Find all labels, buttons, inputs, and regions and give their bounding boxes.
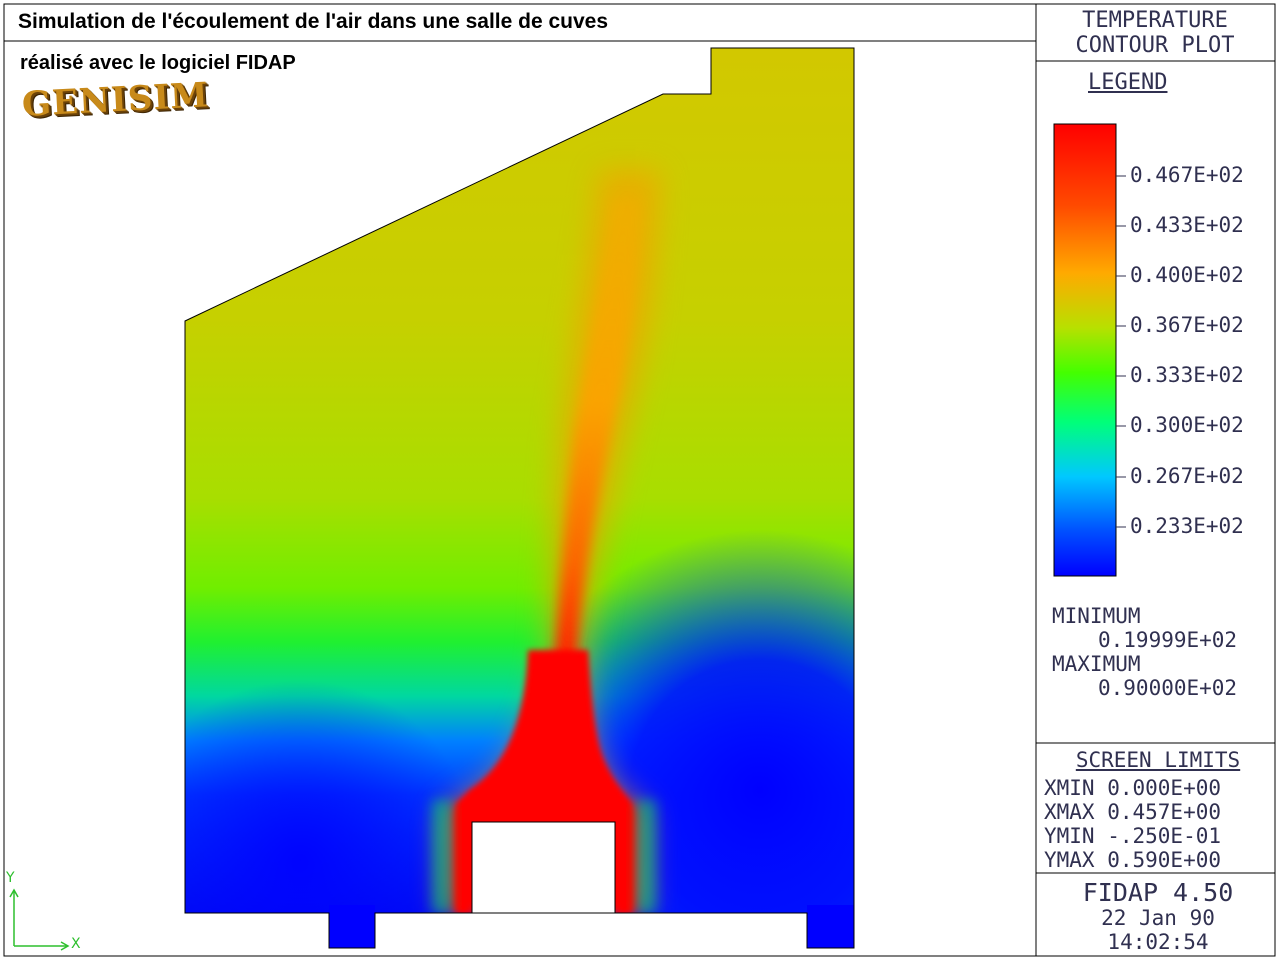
legend-tick-label: 0.233E+02 <box>1130 514 1244 538</box>
legend-tick-label: 0.400E+02 <box>1130 263 1244 287</box>
legend-tick-label: 0.300E+02 <box>1130 413 1244 437</box>
page-subtitle: réalisé avec le logiciel FIDAP <box>20 52 296 74</box>
legend-tick-label: 0.433E+02 <box>1130 213 1244 237</box>
legend-colorbar <box>1053 123 1117 577</box>
software-version: FIDAP 4.50 <box>1082 878 1234 907</box>
axis-x-label: X <box>71 936 81 952</box>
legend-tick-label: 0.267E+02 <box>1130 464 1244 488</box>
screen-limit-row: YMAX 0.590E+00 <box>1044 848 1222 872</box>
axis-triad <box>9 888 70 951</box>
page-title: Simulation de l'écoulement de l'air dans… <box>18 10 609 33</box>
screen-limit-row: YMIN -.250E-01 <box>1044 824 1222 848</box>
axis-y-label: Y <box>6 870 15 886</box>
minimum-label: MINIMUM <box>1052 604 1141 628</box>
legend-tick-label: 0.333E+02 <box>1130 363 1244 387</box>
legend-tick-marks <box>1116 175 1126 528</box>
maximum-label: MAXIMUM <box>1052 652 1141 676</box>
temperature-field <box>185 48 854 948</box>
screen-limits-title: SCREEN LIMITS <box>1075 748 1241 772</box>
legend-tick-label: 0.467E+02 <box>1130 163 1244 187</box>
legend-title: LEGEND <box>1088 70 1168 95</box>
plot-title-line1: TEMPERATURE <box>1082 8 1228 33</box>
maximum-value: 0.90000E+02 <box>1098 676 1238 700</box>
minimum-value: 0.19999E+02 <box>1098 628 1238 652</box>
plot-time: 14:02:54 <box>1107 930 1209 954</box>
screen-limit-row: XMAX 0.457E+00 <box>1044 800 1222 824</box>
plot-date: 22 Jan 90 <box>1101 906 1215 930</box>
legend-tick-label: 0.367E+02 <box>1130 313 1244 337</box>
screen-limit-row: XMIN 0.000E+00 <box>1044 776 1222 800</box>
heat-source-block <box>471 821 616 914</box>
plot-title-line2: CONTOUR PLOT <box>1075 33 1235 58</box>
